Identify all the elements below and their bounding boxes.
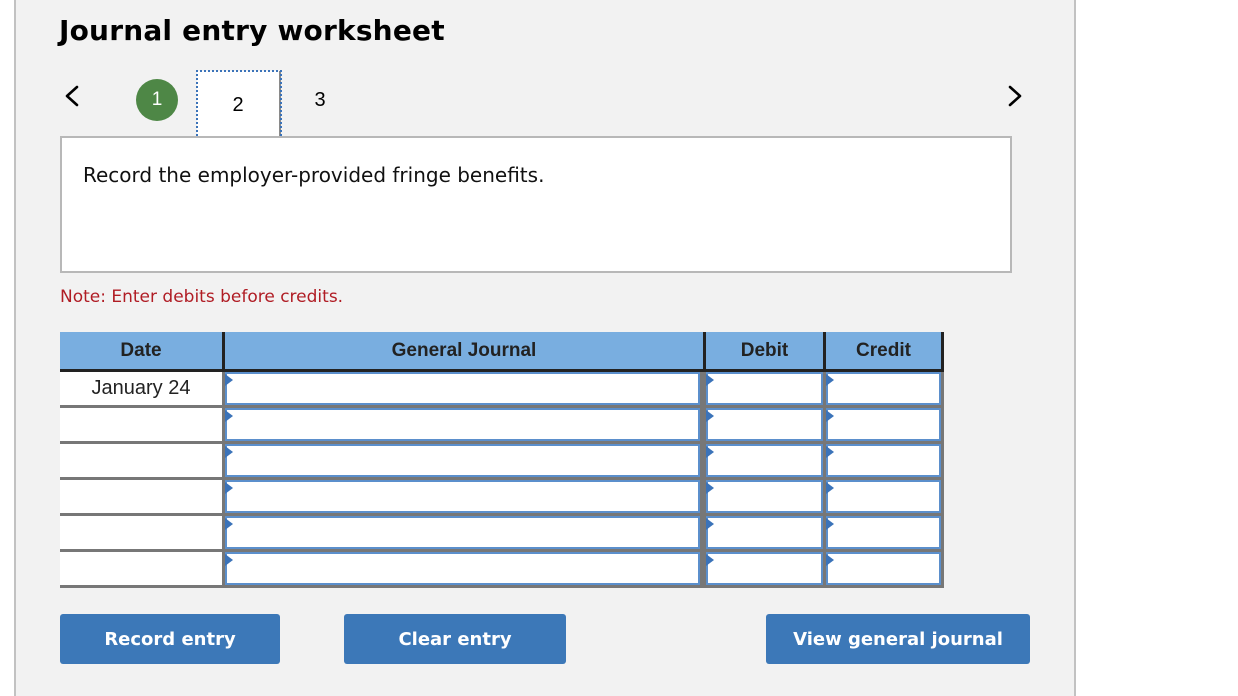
- debit-cell: [703, 552, 823, 585]
- date-cell: [60, 516, 222, 549]
- prev-step-button[interactable]: [60, 82, 84, 110]
- debit-input[interactable]: [706, 372, 823, 405]
- credit-cell: [823, 372, 944, 405]
- debit-cell: [703, 408, 823, 441]
- date-cell: [60, 408, 222, 441]
- debit-cell: [703, 444, 823, 477]
- chevron-right-icon: [1008, 85, 1022, 107]
- credit-input[interactable]: [826, 408, 941, 441]
- table-row: January 24: [60, 372, 944, 408]
- account-input[interactable]: [225, 372, 700, 405]
- account-input[interactable]: [225, 408, 700, 441]
- step-2-current[interactable]: 2: [196, 70, 282, 140]
- debit-cell: [703, 516, 823, 549]
- debit-input[interactable]: [706, 516, 823, 549]
- header-date: Date: [120, 339, 162, 361]
- credit-input[interactable]: [826, 552, 941, 585]
- date-cell: [60, 480, 222, 513]
- credit-cell: [823, 516, 944, 549]
- debit-input[interactable]: [706, 444, 823, 477]
- account-cell: [222, 480, 703, 513]
- account-cell: [222, 516, 703, 549]
- credit-cell: [823, 408, 944, 441]
- credit-cell: [823, 444, 944, 477]
- clear-entry-button[interactable]: Clear entry: [344, 614, 566, 664]
- account-cell: [222, 444, 703, 477]
- prompt-box: Record the employer-provided fringe bene…: [60, 136, 1012, 273]
- table-body: January 24: [60, 372, 944, 588]
- page-title: Journal entry worksheet: [59, 14, 445, 47]
- credit-input[interactable]: [826, 444, 941, 477]
- credit-input[interactable]: [826, 516, 941, 549]
- prompt-text: Record the employer-provided fringe bene…: [83, 163, 545, 187]
- debit-input[interactable]: [706, 480, 823, 513]
- credit-input[interactable]: [826, 372, 941, 405]
- view-general-journal-button[interactable]: View general journal: [766, 614, 1030, 664]
- account-input[interactable]: [225, 480, 700, 513]
- table-header: Date General Journal Debit Credit: [60, 332, 944, 372]
- header-credit: Credit: [823, 332, 944, 369]
- table-row: [60, 516, 944, 552]
- account-cell: [222, 372, 703, 405]
- debit-cell: [703, 480, 823, 513]
- credit-cell: [823, 480, 944, 513]
- step-3[interactable]: 3: [300, 79, 340, 121]
- entry-note: Note: Enter debits before credits.: [60, 287, 344, 307]
- account-input[interactable]: [225, 552, 700, 585]
- date-cell: [60, 552, 222, 585]
- account-cell: [222, 408, 703, 441]
- table-row: [60, 552, 944, 588]
- journal-table: Date General Journal Debit Credit Januar…: [60, 332, 944, 588]
- table-row: [60, 480, 944, 516]
- account-input[interactable]: [225, 444, 700, 477]
- debit-input[interactable]: [706, 552, 823, 585]
- table-row: [60, 444, 944, 480]
- credit-input[interactable]: [826, 480, 941, 513]
- next-step-button[interactable]: [1003, 82, 1027, 110]
- header-general-journal: General Journal: [222, 332, 703, 369]
- debit-input[interactable]: [706, 408, 823, 441]
- credit-cell: [823, 552, 944, 585]
- chevron-left-icon: [65, 85, 79, 107]
- date-cell: January 24: [60, 372, 222, 405]
- step-1-completed[interactable]: 1: [136, 79, 178, 121]
- account-cell: [222, 552, 703, 585]
- date-cell: [60, 444, 222, 477]
- table-row: [60, 408, 944, 444]
- header-debit: Debit: [703, 332, 823, 369]
- account-input[interactable]: [225, 516, 700, 549]
- debit-cell: [703, 372, 823, 405]
- record-entry-button[interactable]: Record entry: [60, 614, 280, 664]
